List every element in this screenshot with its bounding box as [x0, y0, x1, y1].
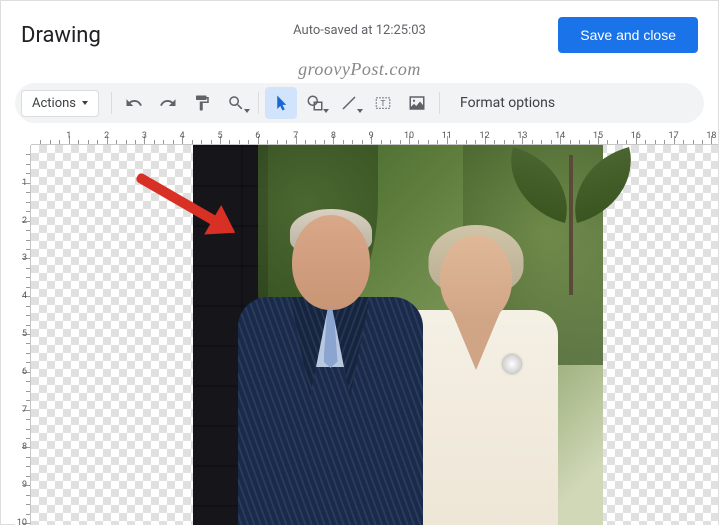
actions-menu-button[interactable]: Actions — [21, 90, 99, 117]
dialog-title: Drawing — [21, 23, 101, 48]
ruler-area: 123456789101112131415161718 12345678910 — [15, 129, 718, 525]
undo-button[interactable] — [118, 87, 150, 119]
actions-label: Actions — [32, 96, 76, 111]
cursor-icon — [272, 94, 290, 112]
shape-icon — [306, 94, 324, 112]
horizontal-ruler[interactable]: 123456789101112131415161718 — [31, 129, 718, 145]
caret-down-icon — [82, 101, 88, 105]
vertical-ruler[interactable]: 12345678910 — [15, 145, 31, 525]
paint-roller-icon — [193, 94, 211, 112]
text-box-icon: T — [374, 94, 392, 112]
format-options-button[interactable]: Format options — [446, 89, 569, 117]
drawing-canvas[interactable] — [31, 145, 718, 525]
caret-down-icon — [323, 109, 329, 113]
select-tool-button[interactable] — [265, 87, 297, 119]
inserted-image[interactable] — [193, 145, 603, 525]
redo-icon — [159, 94, 177, 112]
watermark-text: groovyPost.com — [298, 59, 421, 80]
image-icon — [408, 94, 426, 112]
paint-format-button[interactable] — [186, 87, 218, 119]
caret-down-icon — [357, 109, 363, 113]
text-box-button[interactable]: T — [367, 87, 399, 119]
drawing-toolbar: Actions T Format options — [15, 83, 704, 123]
redo-button[interactable] — [152, 87, 184, 119]
zoom-button[interactable] — [220, 87, 252, 119]
line-tool-button[interactable] — [333, 87, 365, 119]
line-icon — [340, 94, 358, 112]
insert-image-button[interactable] — [401, 87, 433, 119]
shape-tool-button[interactable] — [299, 87, 331, 119]
save-and-close-button[interactable]: Save and close — [558, 17, 698, 53]
dialog-header: Drawing Auto-saved at 12:25:03 Save and … — [1, 1, 718, 65]
toolbar-separator — [439, 92, 440, 114]
caret-down-icon — [244, 109, 250, 113]
svg-text:T: T — [381, 99, 386, 109]
toolbar-separator — [111, 92, 112, 114]
zoom-icon — [227, 94, 245, 112]
autosave-status: Auto-saved at 12:25:03 — [293, 23, 426, 38]
toolbar-separator — [258, 92, 259, 114]
undo-icon — [125, 94, 143, 112]
